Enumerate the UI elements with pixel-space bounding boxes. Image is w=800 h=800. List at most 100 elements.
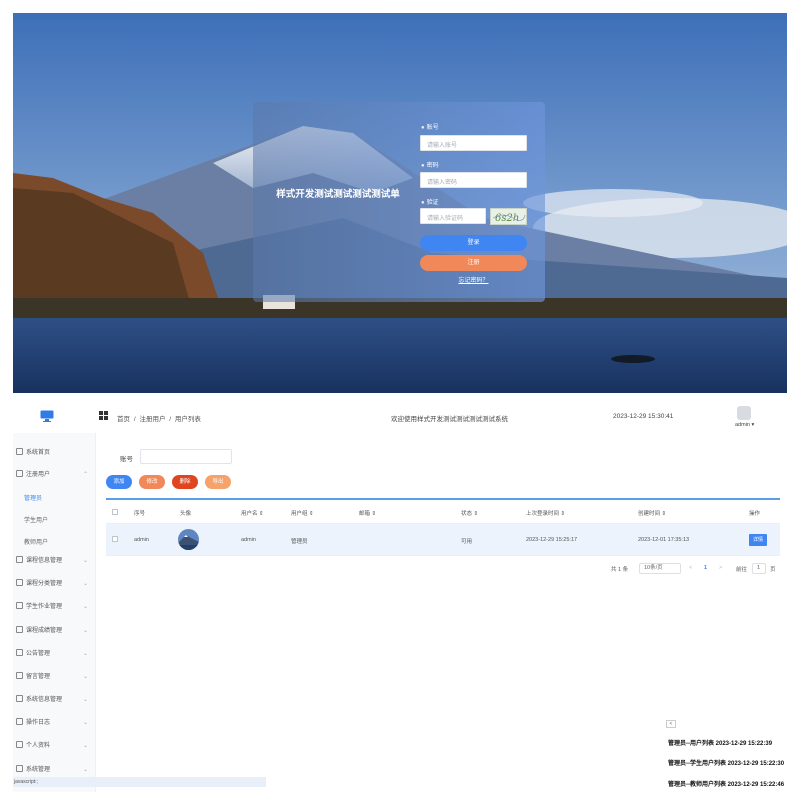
table-header: 序号 头像 用户名 ⇕ 用户组 ⇕ 邮箱 ⇕ 状态 ⇕ 上次登录时间 ⇕ 创建时… (106, 500, 780, 524)
captcha-text: 6s2h (495, 213, 519, 224)
chart-icon (16, 626, 23, 633)
sidebar-item-grades[interactable]: 课程成绩管理 ⌄ (16, 624, 94, 638)
shield-icon: ● (421, 200, 425, 206)
search-label: 账号 (120, 456, 133, 463)
cell-username: admin (241, 537, 256, 543)
password-input[interactable]: 请输入密码 (420, 172, 527, 188)
goto-unit: 页 (770, 567, 776, 573)
delete-button[interactable]: 删除 (172, 475, 198, 489)
sidebar-subitem-teachers[interactable]: 教师用户 (24, 537, 48, 546)
topbar: 首页 / 注册用户 / 用户列表 欢迎使用样式开发测试测试测试测试系统 2023… (13, 400, 787, 430)
row-checkbox[interactable] (112, 536, 118, 542)
table-row[interactable]: admin admin 管理员 可用 2023-12-29 15:25:17 2… (106, 524, 780, 556)
sidebar-item-homework[interactable]: 学生作业管理 ⌄ (16, 600, 94, 614)
col-status[interactable]: 状态 ⇕ (461, 509, 478, 517)
chevron-down-icon: ⌄ (82, 697, 88, 703)
cell-group: 管理员 (291, 539, 308, 545)
lock-icon: ● (421, 163, 425, 169)
document-icon (16, 602, 23, 609)
collapse-log-button[interactable]: < (666, 720, 676, 728)
chevron-down-icon: ⌄ (82, 604, 88, 610)
chevron-down-icon: ⌄ (82, 767, 88, 773)
breadcrumb-section[interactable]: 注册用户 (139, 416, 165, 423)
captcha-input[interactable]: 请输入验证码 (420, 208, 486, 224)
menu-grid-icon[interactable] (99, 411, 108, 420)
page-size-select[interactable]: 10条/页 (639, 563, 681, 574)
goto-page-input[interactable]: 1 (752, 563, 766, 574)
sidebar-item-profile[interactable]: 个人资料 ⌄ (16, 739, 94, 753)
col-actions: 操作 (749, 511, 761, 517)
book-icon (16, 556, 23, 563)
login-panel: 样式开发测试测试测试测试单 ● 账号 请输入账号 ● 密码 请输入密码 ● 验证 请输… (253, 102, 545, 302)
search-input[interactable] (140, 449, 232, 464)
password-label: ● 密码 (421, 163, 439, 169)
col-email[interactable]: 邮箱 ⇕ (359, 509, 376, 517)
register-button[interactable]: 注册 (420, 255, 527, 271)
user-avatar-image (178, 529, 199, 550)
next-page-button[interactable]: > (719, 565, 722, 571)
page-number[interactable]: 1 (704, 565, 707, 571)
clock-icon (16, 448, 23, 455)
operation-log-panel: < 管理员--用户列表 2023-12-29 15:22:39 管理员--学生用… (664, 720, 788, 800)
breadcrumb-home[interactable]: 首页 (117, 416, 130, 423)
cell-last-login: 2023-12-29 15:25:17 (526, 537, 578, 543)
login-title: 样式开发测试测试测试测试单 (276, 189, 400, 200)
sidebar-item-course-category[interactable]: 课程分类管理 ⌄ (16, 577, 94, 591)
user-icon (16, 470, 23, 477)
sidebar-subitem-students[interactable]: 学生用户 (24, 515, 48, 524)
sidebar-item-course-info[interactable]: 课程信息管理 ⌄ (16, 554, 94, 568)
login-button[interactable]: 登录 (420, 235, 527, 251)
col-username[interactable]: 用户名 ⇕ (241, 509, 264, 517)
edit-button[interactable]: 修改 (139, 475, 165, 489)
current-datetime: 2023-12-29 15:30:41 (613, 413, 674, 420)
log-line: 管理员--教师用户列表 2023-12-29 15:22:46 (668, 782, 785, 788)
col-last-login[interactable]: 上次登录时间 ⇕ (526, 509, 565, 517)
sidebar-item-users[interactable]: 注册用户 ⌃ (16, 468, 94, 482)
welcome-notice: 欢迎使用样式开发测试测试测试测试系统 (391, 416, 508, 423)
sidebar-item-announcements[interactable]: 公告管理 ⌄ (16, 647, 94, 661)
settings-icon (16, 695, 23, 702)
login-screen: 样式开发测试测试测试测试单 ● 账号 请输入账号 ● 密码 请输入密码 ● 验证 请输… (13, 13, 787, 393)
cell-index: admin (134, 537, 149, 543)
user-dropdown[interactable]: admin ▾ (735, 422, 754, 428)
col-created[interactable]: 创建时间 ⇕ (638, 509, 666, 517)
sidebar-item-home[interactable]: 系统首页 (16, 446, 94, 460)
export-button[interactable]: 导出 (205, 475, 231, 489)
avatar-thumbnail (178, 529, 199, 550)
chevron-down-icon: ⌄ (82, 628, 88, 634)
profile-icon (16, 741, 23, 748)
gear-icon (16, 765, 23, 772)
log-icon (16, 718, 23, 725)
chevron-down-icon: ⌄ (82, 720, 88, 726)
user-table: 序号 头像 用户名 ⇕ 用户组 ⇕ 邮箱 ⇕ 状态 ⇕ 上次登录时间 ⇕ 创建时… (106, 498, 780, 556)
account-label: ● 账号 (421, 125, 439, 131)
goto-label: 前往 (736, 567, 748, 573)
captcha-label: ● 验证 (421, 200, 439, 206)
sidebar-item-messages[interactable]: 留言管理 ⌄ (16, 670, 94, 684)
sidebar-item-logs[interactable]: 操作日志 ⌄ (16, 716, 94, 730)
add-button[interactable]: 添加 (106, 475, 132, 489)
folder-icon (16, 579, 23, 586)
sidebar-item-system[interactable]: 系统管理 ⌄ (16, 763, 94, 777)
sidebar-subitem-admins[interactable]: 管理员 (24, 493, 42, 502)
breadcrumb: 首页 / 注册用户 / 用户列表 (117, 413, 203, 423)
chevron-up-icon: ⌃ (82, 472, 88, 478)
chevron-down-icon: ⌄ (82, 674, 88, 680)
chevron-down-icon: ⌄ (82, 581, 88, 587)
account-input[interactable]: 请输入账号 (420, 135, 527, 151)
prev-page-button[interactable]: < (689, 565, 692, 571)
forgot-password-link[interactable]: 忘记密码？ (420, 275, 527, 284)
detail-button[interactable]: 详情 (749, 534, 767, 546)
col-avatar: 头像 (180, 511, 192, 517)
sidebar-item-system-info[interactable]: 系统信息管理 ⌄ (16, 693, 94, 707)
avatar[interactable] (737, 406, 751, 420)
pager-total: 共 1 条 (611, 567, 629, 573)
sidebar: 系统首页 注册用户 ⌃ 管理员 学生用户 教师用户 课程信息管理 ⌄ 课程分类管理 ⌄… (13, 433, 96, 792)
captcha-image[interactable]: 6s2h (490, 208, 527, 225)
breadcrumb-current: 用户列表 (174, 416, 201, 423)
browser-status-bar: javascript:; (13, 777, 266, 787)
monitor-icon[interactable] (40, 410, 54, 422)
select-all-checkbox[interactable] (112, 509, 118, 515)
col-group[interactable]: 用户组 ⇕ (291, 509, 314, 517)
cell-created: 2023-12-01 17:35:13 (638, 537, 690, 543)
